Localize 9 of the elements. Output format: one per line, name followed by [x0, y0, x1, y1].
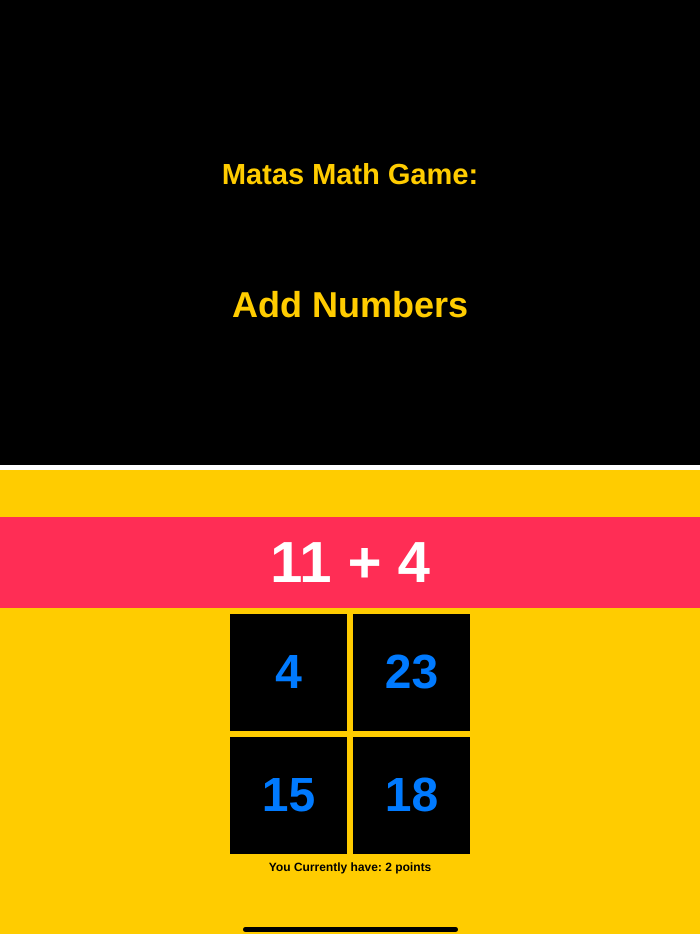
score-text: You Currently have: 2 points	[268, 859, 432, 875]
answer-button[interactable]: 18	[353, 737, 470, 854]
answer-button[interactable]: 15	[230, 737, 347, 854]
question-text: 11 + 4	[270, 529, 430, 596]
game-subtitle: Add Numbers	[232, 283, 468, 327]
answer-button[interactable]: 4	[230, 614, 347, 731]
game-title: Matas Math Game:	[222, 158, 478, 193]
answer-button[interactable]: 23	[353, 614, 470, 731]
home-indicator[interactable]	[242, 927, 458, 932]
